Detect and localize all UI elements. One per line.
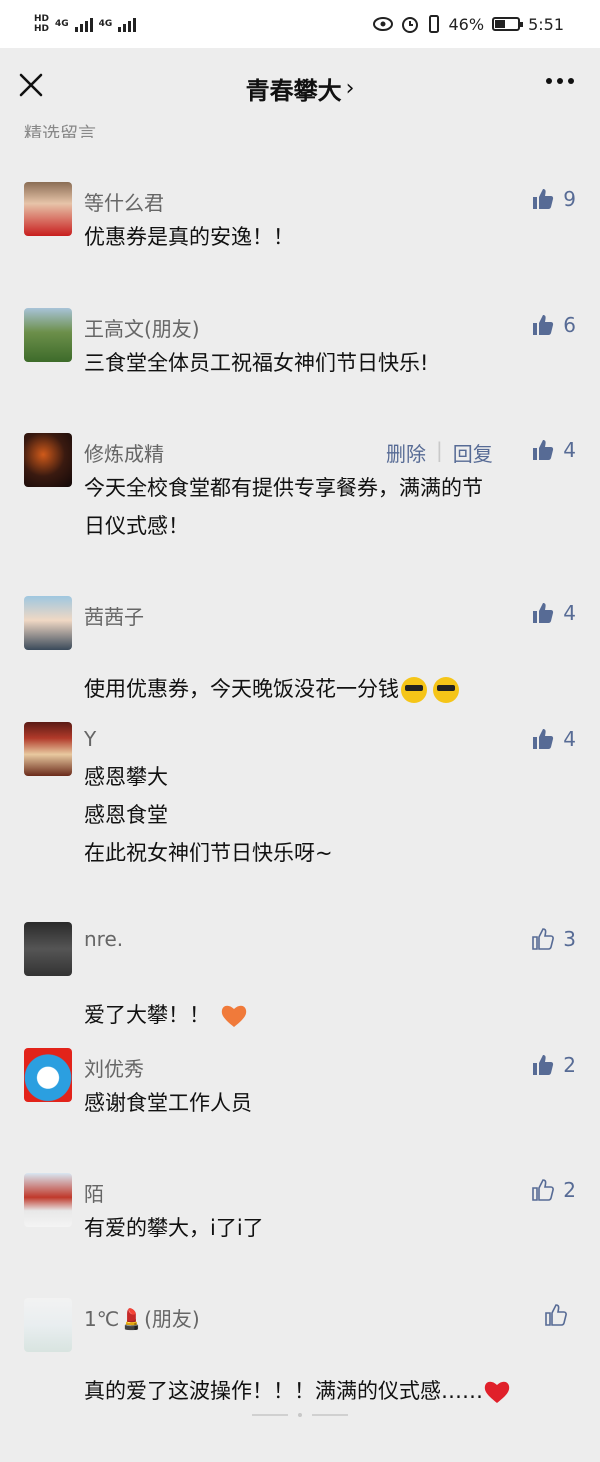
comment-author[interactable]: 1℃💄(朋友) [84, 1303, 200, 1332]
comment-author[interactable]: Y [84, 727, 96, 751]
comment-actions: 删除 | 回复 [386, 438, 493, 467]
like-count: 9 [563, 187, 576, 211]
status-left: HD HD 4G 4G [34, 14, 137, 34]
signal-type-a: 4G [55, 19, 69, 29]
like-count: 2 [563, 1053, 576, 1077]
sunglasses-emoji-icon [401, 677, 427, 703]
comment-text: 使用优惠券，今天晚饭没花一分钱 [84, 677, 399, 701]
thumbs-up-outline-icon [532, 1179, 555, 1201]
signal-icon [74, 16, 93, 32]
thumbs-up-outline-icon [545, 1304, 567, 1326]
comment-text: 爱了大攀！！ [84, 1003, 210, 1027]
comment-text: 感谢食堂工作人员 [84, 1091, 252, 1115]
like-count: 2 [563, 1178, 576, 1202]
like-button[interactable]: 4 [531, 601, 576, 625]
status-bar: HD HD 4G 4G 46% 5:51 [0, 0, 600, 48]
comment-author[interactable]: 修炼成精 [84, 438, 164, 467]
page-title[interactable]: 青春攀大 › [246, 71, 355, 106]
like-button[interactable]: 3 [531, 927, 576, 951]
thumbs-up-outline-icon [532, 928, 555, 950]
comment-text-row: 爱了大攀！！ [84, 958, 564, 1034]
comment-text: 今天全校食堂都有提供专享餐券，满满的节 日仪式感！ [84, 476, 483, 538]
close-icon[interactable] [18, 72, 44, 98]
comment-text-row: 使用优惠券，今天晚饭没花一分钱 [84, 632, 564, 708]
page-title-text: 青春攀大 [245, 76, 342, 105]
sunglasses-emoji-icon [433, 677, 459, 703]
more-icon[interactable] [546, 78, 574, 84]
like-count: 6 [563, 313, 576, 337]
reply-button[interactable]: 回复 [453, 438, 493, 467]
avatar[interactable] [24, 922, 72, 976]
comment-text: 感恩攀大 感恩食堂 在此祝女神们节日快乐呀~ [84, 765, 333, 865]
divider: | [436, 438, 443, 462]
avatar[interactable] [24, 1048, 72, 1102]
clock-time: 5:51 [528, 14, 564, 34]
thumbs-up-icon [533, 1055, 554, 1075]
thumbs-up-icon [533, 729, 554, 749]
thumbs-up-icon [533, 189, 554, 209]
avatar[interactable] [24, 308, 72, 362]
comment-author[interactable]: 刘优秀 [84, 1053, 144, 1082]
vibrate-icon [428, 15, 439, 33]
status-right: 46% 5:51 [372, 14, 564, 34]
comment-author[interactable]: nre. [84, 927, 123, 951]
network-label-a: HD [34, 14, 50, 24]
thumbs-up-icon [533, 315, 554, 335]
comment-text: 优惠券是真的安逸！！ [84, 225, 294, 249]
chevron-right-icon: › [345, 75, 355, 101]
red-heart-icon [484, 1381, 510, 1403]
comment-text: 三食堂全体员工祝福女神们节日快乐! [84, 351, 429, 375]
eye-icon [372, 17, 393, 31]
like-count: 4 [563, 601, 576, 625]
avatar[interactable] [24, 433, 72, 487]
comment-author[interactable]: 王高文(朋友) [84, 313, 200, 342]
like-count: 3 [563, 927, 576, 951]
battery-percent: 46% [448, 14, 485, 34]
signal-icon-2 [118, 16, 137, 32]
comment-text-row: 真的爱了这波操作！！！满满的仪式感…… [84, 1334, 564, 1410]
comment-text: 真的爱了这波操作！！！满满的仪式感…… [84, 1379, 483, 1403]
avatar[interactable] [24, 1173, 72, 1227]
thumbs-up-icon [533, 603, 554, 623]
like-button[interactable]: 2 [531, 1178, 576, 1202]
orange-heart-icon [221, 1005, 247, 1027]
battery-icon [492, 17, 524, 31]
comment-text: 有爱的攀大，i了i了 [84, 1216, 264, 1240]
comment-author[interactable]: 茜茜子 [84, 601, 144, 630]
avatar[interactable] [24, 722, 72, 776]
comment-author[interactable]: 等什么君 [84, 187, 164, 216]
like-button[interactable]: 2 [531, 1053, 576, 1077]
like-button[interactable]: 4 [531, 438, 576, 462]
like-button[interactable]: 6 [531, 313, 576, 337]
like-button[interactable] [544, 1303, 576, 1327]
like-button[interactable]: 4 [531, 727, 576, 751]
like-button[interactable]: 9 [531, 187, 576, 211]
network-label-b: HD [34, 24, 50, 34]
avatar[interactable] [24, 1298, 72, 1352]
network-indicator: HD HD [34, 14, 49, 34]
like-count: 4 [563, 727, 576, 751]
comment-author[interactable]: 陌 [84, 1178, 104, 1207]
like-count: 4 [563, 438, 576, 462]
thumbs-up-icon [533, 440, 554, 460]
page-indicator [240, 1413, 360, 1417]
avatar[interactable] [24, 182, 72, 236]
signal-type-b: 4G [98, 19, 113, 29]
delete-button[interactable]: 删除 [386, 438, 426, 467]
alarm-icon [401, 17, 418, 33]
avatar[interactable] [24, 596, 72, 650]
section-header: 精选留言 [24, 124, 96, 138]
